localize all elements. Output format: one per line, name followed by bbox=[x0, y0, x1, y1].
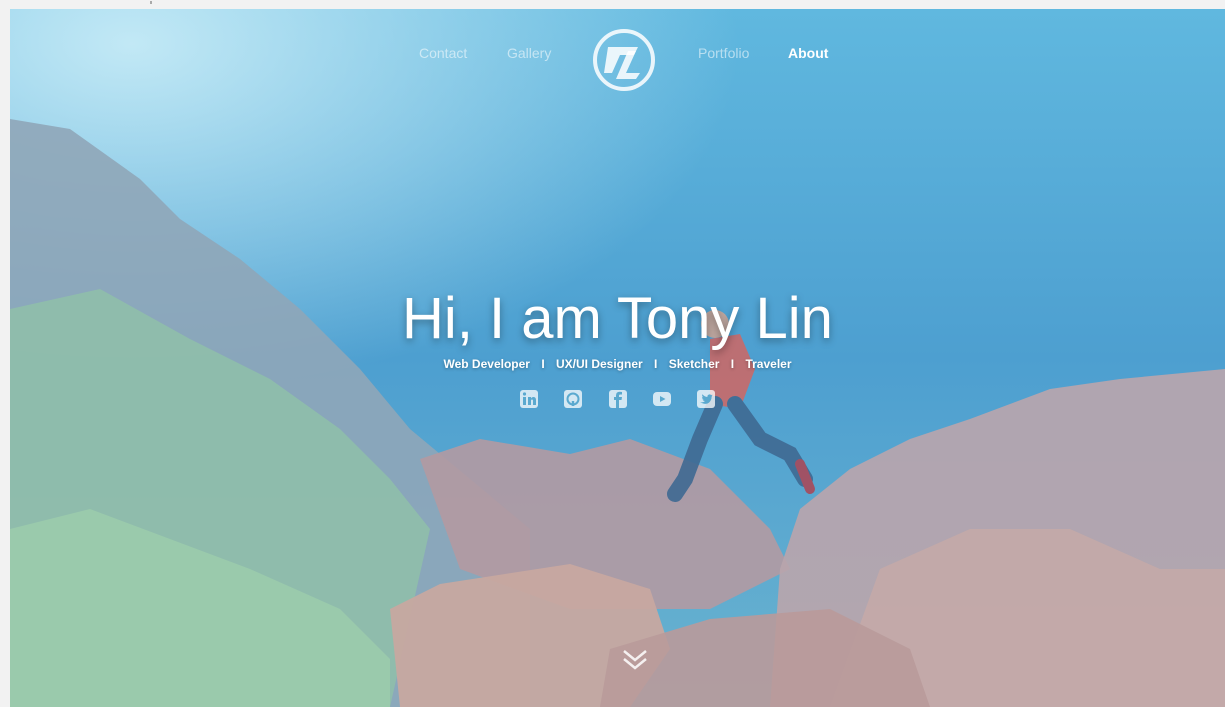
browser-top-strip bbox=[0, 0, 1225, 9]
nav-gallery-link[interactable]: Gallery bbox=[507, 45, 551, 61]
linkedin-icon[interactable] bbox=[519, 389, 539, 409]
twitter-icon[interactable] bbox=[696, 389, 716, 409]
role-sketcher: Sketcher bbox=[668, 357, 720, 371]
role-ux-ui-designer: UX/UI Designer bbox=[556, 357, 643, 371]
github-icon[interactable] bbox=[563, 389, 583, 409]
hero-section: Contact Gallery Portfolio About Hi, I am… bbox=[10, 9, 1225, 707]
role-separator: I bbox=[654, 357, 658, 371]
tl-monogram-logo-icon[interactable] bbox=[590, 27, 658, 93]
facebook-icon[interactable] bbox=[608, 389, 628, 409]
nav-contact-link[interactable]: Contact bbox=[419, 45, 467, 61]
social-links bbox=[10, 389, 1225, 409]
role-separator: I bbox=[730, 357, 735, 371]
main-nav: Contact Gallery Portfolio About bbox=[10, 27, 1225, 91]
role-separator: I bbox=[541, 357, 545, 371]
chevron-double-down-icon[interactable] bbox=[620, 645, 650, 675]
nav-about-link[interactable]: About bbox=[788, 45, 828, 61]
top-strip-mark bbox=[150, 1, 152, 4]
role-web-developer: Web Developer bbox=[443, 357, 530, 371]
role-traveler: Traveler bbox=[745, 357, 792, 371]
youtube-icon[interactable] bbox=[652, 389, 672, 409]
nav-portfolio-link[interactable]: Portfolio bbox=[698, 45, 749, 61]
hero-roles: Web Developer I UX/UI Designer I Sketche… bbox=[10, 357, 1225, 371]
hero-headline: Hi, I am Tony Lin bbox=[402, 286, 833, 351]
